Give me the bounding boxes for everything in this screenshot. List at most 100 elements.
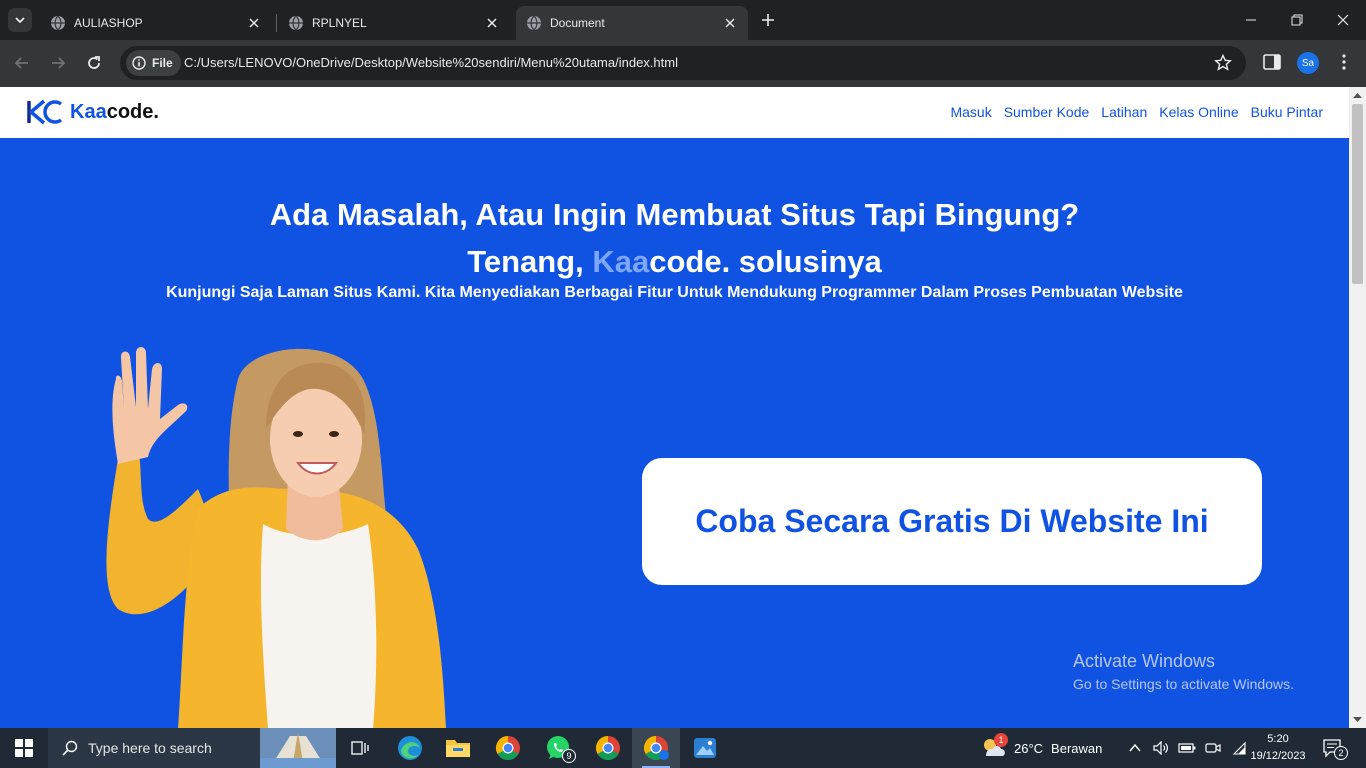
tab-search-button[interactable] (8, 8, 32, 32)
speaker-icon[interactable] (1152, 739, 1170, 757)
edge-icon (398, 736, 422, 760)
system-tray (1126, 728, 1248, 768)
windows-logo-icon (15, 739, 33, 757)
restore-icon (1291, 14, 1303, 26)
meet-now-icon[interactable] (1204, 739, 1222, 757)
plus-icon (762, 14, 774, 26)
tab-title: AULIASHOP (74, 16, 143, 30)
chevron-up-icon[interactable] (1126, 739, 1144, 757)
kc-logo-icon (27, 99, 63, 125)
chrome-icon (643, 736, 669, 761)
file-explorer-taskbar-icon[interactable] (434, 728, 482, 768)
reload-icon (88, 56, 100, 69)
address-bar[interactable]: File C:/Users/LENOVO/OneDrive/Desktop/We… (120, 46, 1246, 80)
close-window-button[interactable] (1320, 0, 1366, 40)
task-view-icon (351, 741, 369, 755)
back-button[interactable] (10, 51, 34, 75)
hero-line2-suffix: code. solusinya (649, 244, 882, 279)
taskbar-search[interactable]: Type here to search (48, 728, 336, 768)
arrow-right-icon (52, 57, 66, 69)
browser-menu-button[interactable] (1334, 52, 1354, 72)
scroll-down-icon[interactable] (1353, 715, 1362, 724)
close-tab-icon[interactable] (246, 15, 262, 31)
logo-wordmark: Kaacode. (70, 101, 159, 124)
nav-link-sumber-kode[interactable]: Sumber Kode (1004, 104, 1090, 120)
clock-time: 5:20 (1267, 733, 1289, 745)
close-tab-icon[interactable] (484, 15, 500, 31)
nav-link-masuk[interactable]: Masuk (950, 104, 991, 120)
watermark-subtitle: Go to Settings to activate Windows. (1073, 676, 1294, 692)
folder-icon (446, 740, 470, 757)
hero-line2-prefix: Tenang, (467, 244, 593, 279)
hero-subtitle: Kunjungi Saja Laman Situs Kami. Kita Men… (166, 284, 1183, 301)
logo-accent: Kaa (70, 100, 107, 123)
windows-taskbar: Type here to search 9 1 26°C Berawan 5:2… (0, 728, 1366, 768)
close-icon (1337, 14, 1349, 26)
chrome-profile-taskbar-icon[interactable] (584, 728, 632, 768)
system-clock[interactable]: 5:20 19/12/2023 (1243, 731, 1313, 765)
tab-auliashop[interactable]: AULIASHOP (40, 6, 272, 40)
globe-icon (51, 15, 65, 31)
notification-center-button[interactable]: 2 (1322, 738, 1348, 760)
cta-try-free-button[interactable]: Coba Secara Gratis Di Website Ini (642, 458, 1262, 585)
site-logo[interactable]: Kaacode. (26, 99, 159, 125)
profile-avatar[interactable]: Sa (1297, 52, 1319, 74)
page-viewport: Kaacode. Masuk Sumber Kode Latihan Kelas… (0, 87, 1349, 728)
search-highlight-image (260, 728, 336, 768)
search-placeholder: Type here to search (88, 740, 212, 756)
scroll-up-icon[interactable] (1353, 91, 1362, 100)
clock-date: 19/12/2023 (1250, 750, 1306, 762)
hero-heading-line1: Ada Masalah, Atau Ingin Membuat Situs Ta… (269, 197, 1080, 232)
minimize-button[interactable] (1228, 0, 1274, 40)
forward-button[interactable] (46, 51, 70, 75)
site-navbar: Kaacode. Masuk Sumber Kode Latihan Kelas… (0, 87, 1349, 138)
windows-activation-watermark: Activate Windows Go to Settings to activ… (1073, 651, 1294, 692)
tab-document[interactable]: Document (516, 6, 748, 40)
weather-condition: Berawan (1051, 740, 1103, 756)
close-tab-icon[interactable] (722, 15, 738, 31)
info-icon (132, 56, 146, 70)
reload-button[interactable] (82, 51, 106, 75)
arrow-left-icon (14, 57, 28, 69)
tab-strip: AULIASHOP RPLNYEL Document (0, 0, 1366, 40)
chrome-taskbar-icon[interactable] (484, 728, 532, 768)
tab-separator (276, 14, 277, 32)
site-nav-links: Masuk Sumber Kode Latihan Kelas Online B… (950, 104, 1323, 120)
globe-icon (527, 15, 541, 31)
site-chip-label: File (152, 56, 173, 70)
side-panel-icon[interactable] (1262, 52, 1282, 72)
nav-link-kelas-online[interactable]: Kelas Online (1159, 104, 1238, 120)
hero-person-image (106, 347, 446, 728)
task-view-button[interactable] (336, 728, 384, 768)
chrome-icon (495, 736, 520, 761)
kebab-menu-icon (1342, 54, 1346, 70)
new-tab-button[interactable] (758, 10, 778, 30)
edge-taskbar-icon[interactable] (386, 728, 434, 768)
start-button[interactable] (0, 728, 48, 768)
tab-rplnyel[interactable]: RPLNYEL (278, 6, 510, 40)
minimize-icon (1246, 19, 1256, 21)
chrome-active-taskbar-icon[interactable] (632, 728, 680, 768)
bookmark-star-icon[interactable] (1214, 54, 1232, 72)
hero-heading-line2: Tenang, Kaacode. solusinya (0, 238, 1349, 285)
whatsapp-taskbar-icon[interactable]: 9 (534, 728, 582, 768)
nav-link-latihan[interactable]: Latihan (1101, 104, 1147, 120)
cta-label: Coba Secara Gratis Di Website Ini (695, 503, 1209, 539)
nav-link-buku-pintar[interactable]: Buku Pintar (1251, 104, 1323, 120)
site-info-chip[interactable]: File (126, 50, 181, 76)
photos-taskbar-icon[interactable] (681, 728, 729, 768)
url-text[interactable]: C:/Users/LENOVO/OneDrive/Desktop/Website… (184, 55, 678, 70)
whatsapp-unread-badge: 9 (562, 749, 576, 763)
battery-icon[interactable] (1178, 739, 1196, 757)
weather-widget[interactable]: 1 26°C Berawan (980, 728, 1102, 768)
chrome-icon (595, 736, 620, 761)
chevron-down-icon (15, 17, 25, 24)
weather-alert-badge: 1 (994, 733, 1008, 747)
page-scrollbar[interactable] (1349, 87, 1366, 728)
tab-title: Document (550, 16, 605, 30)
scrollbar-thumb[interactable] (1352, 104, 1363, 284)
weather-cloud-icon: 1 (980, 733, 1008, 761)
hero-heading: Ada Masalah, Atau Ingin Membuat Situs Ta… (0, 191, 1349, 285)
restore-button[interactable] (1274, 0, 1320, 40)
notification-count-badge: 2 (1334, 746, 1348, 760)
